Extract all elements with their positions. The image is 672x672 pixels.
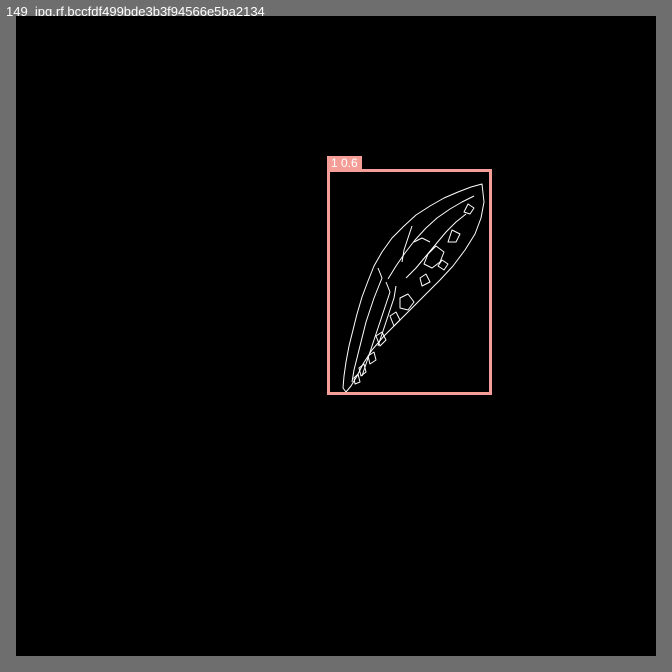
detection-label: 1 0.6 bbox=[327, 156, 362, 170]
detection-bounding-box bbox=[327, 169, 492, 395]
image-canvas: 1 0.6 bbox=[16, 16, 656, 656]
